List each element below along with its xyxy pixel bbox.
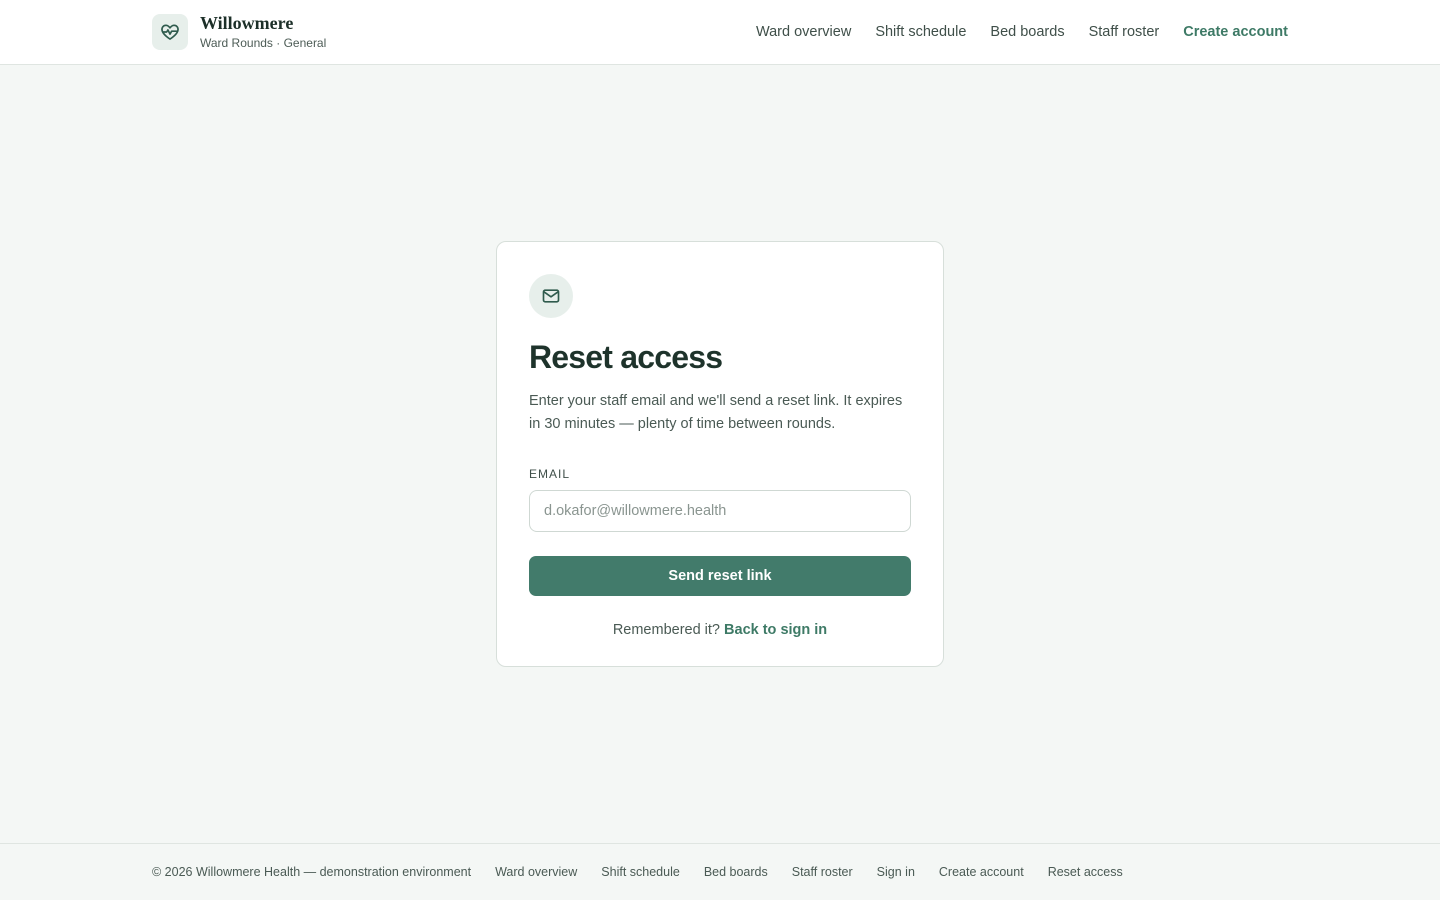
nav-ward-overview[interactable]: Ward overview [756, 22, 851, 42]
back-to-sign-in-row: Remembered it? Back to sign in [529, 620, 911, 640]
reset-description: Enter your staff email and we'll send a … [529, 393, 903, 432]
top-header: Willowmere Ward Rounds · General Ward ov… [0, 0, 1440, 65]
footer-link-bed-boards[interactable]: Bed boards [704, 864, 768, 880]
brand[interactable]: Willowmere Ward Rounds · General [152, 14, 326, 50]
email-field[interactable] [529, 490, 911, 532]
nav-create-account[interactable]: Create account [1183, 22, 1288, 42]
send-reset-link-button[interactable]: Send reset link [529, 556, 911, 596]
footer-link-create-account[interactable]: Create account [939, 864, 1024, 880]
footer-link-reset-access[interactable]: Reset access [1048, 864, 1123, 880]
reset-access-card: Reset access Enter your staff email and … [496, 241, 944, 667]
remembered-prompt: Remembered it? [612, 622, 720, 638]
main-nav: Ward overview Shift schedule Bed boards … [756, 22, 1288, 42]
mail-icon [529, 274, 573, 318]
footer-link-ward-overview[interactable]: Ward overview [495, 864, 577, 880]
footer-copyright: © 2026 Willowmere Health — demonstration… [152, 865, 472, 879]
footer-link-shift-schedule[interactable]: Shift schedule [601, 864, 680, 880]
nav-bed-boards[interactable]: Bed boards [990, 22, 1064, 42]
brand-text: Willowmere Ward Rounds · General [200, 14, 326, 50]
footer-link-sign-in[interactable]: Sign in [877, 864, 915, 880]
heart-pulse-icon [152, 14, 188, 50]
email-label: EMAIL [529, 467, 571, 481]
page-footer: © 2026 Willowmere Health — demonstration… [0, 843, 1440, 900]
back-to-sign-in-link[interactable]: Back to sign in [724, 622, 827, 638]
footer-row: © 2026 Willowmere Health — demonstration… [152, 864, 1123, 880]
brand-subtitle: Ward Rounds · General [200, 36, 327, 50]
footer-link-staff-roster[interactable]: Staff roster [792, 864, 853, 880]
nav-shift-schedule[interactable]: Shift schedule [875, 22, 966, 42]
page-title: Reset access [529, 339, 723, 375]
nav-staff-roster[interactable]: Staff roster [1089, 22, 1160, 42]
brand-name: Willowmere [200, 13, 294, 33]
